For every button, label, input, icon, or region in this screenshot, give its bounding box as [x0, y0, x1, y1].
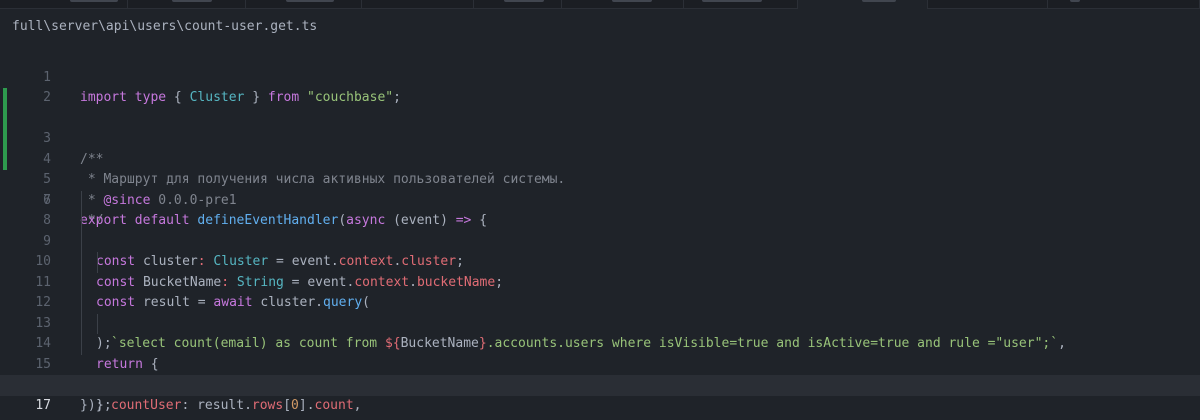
tab-label-fragment	[1070, 0, 1080, 2]
code-token: ,	[353, 397, 362, 413]
code-line[interactable]: 4 * Маршрут для получения числа активных…	[0, 108, 1200, 187]
editor-tab[interactable]	[684, 0, 798, 9]
code-line[interactable]: 13 return {	[0, 293, 1200, 372]
code-token: ].	[298, 397, 315, 413]
code-editor[interactable]: full\server\api\users\count-user.get.ts …	[0, 0, 1200, 420]
code-lines[interactable]: 1 import type { Cluster } from "couchbas…	[0, 47, 1200, 413]
indent-guide	[81, 231, 82, 252]
indent-guide	[81, 334, 82, 355]
modified-line-marker	[3, 88, 7, 109]
property-token: rows	[251, 397, 284, 413]
tab-label-fragment	[172, 0, 212, 2]
file-path-breadcrumb[interactable]: full\server\api\users\count-user.get.ts	[12, 17, 317, 37]
code-token: });	[80, 397, 104, 413]
editor-tab[interactable]	[246, 0, 362, 9]
editor-tab[interactable]	[474, 0, 562, 9]
code-line[interactable]: 14 countUser: result.rows[0].count,	[0, 313, 1200, 413]
tab-label-fragment	[286, 0, 334, 2]
line-content: countUser: result.rows[0].count,	[111, 396, 362, 417]
editor-tab[interactable]	[928, 0, 1048, 9]
code-line[interactable]: 11 `select count(email) as count from ${…	[0, 252, 1200, 351]
indent-guide	[81, 313, 82, 334]
tab-label-fragment	[612, 0, 652, 2]
number-token: 0	[291, 397, 299, 413]
indent-guide	[81, 272, 82, 293]
code-token: [	[283, 397, 292, 413]
indent-guide	[97, 252, 98, 273]
line-number: 17	[35, 397, 51, 413]
editor-tab-bar	[0, 0, 1200, 9]
modified-line-marker	[3, 149, 7, 170]
code-line[interactable]: 9 const BucketName: String = event.conte…	[0, 211, 1200, 290]
code-line[interactable]: 5 * @since 0.0.0-pre1	[0, 129, 1200, 208]
tab-label-fragment	[504, 0, 544, 2]
code-line[interactable]: 10 const result = await cluster.query(	[0, 231, 1200, 310]
code-line[interactable]: 2	[0, 68, 1200, 105]
editor-tab[interactable]	[362, 0, 474, 9]
editor-tab-active[interactable]	[798, 0, 928, 9]
indent-guide	[81, 211, 82, 232]
editor-tab[interactable]	[128, 0, 246, 9]
property-token: count	[314, 397, 354, 413]
editor-tab[interactable]	[1048, 0, 1200, 9]
code-line[interactable]: 16 });	[0, 355, 1200, 413]
code-line-current[interactable]: 17	[0, 375, 1200, 413]
code-line[interactable]: 1 import type { Cluster } from "couchbas…	[0, 47, 1200, 106]
editor-tab[interactable]	[562, 0, 684, 9]
indent-guide	[81, 293, 82, 314]
code-line[interactable]: 6 */	[0, 149, 1200, 228]
property-token: countUser	[111, 397, 182, 413]
code-token: : result.	[181, 397, 252, 413]
modified-line-marker	[3, 108, 7, 129]
line-content: });	[80, 396, 103, 417]
tab-label-fragment	[702, 0, 762, 2]
indent-guide	[97, 313, 98, 334]
tab-label-fragment	[862, 0, 896, 2]
code-line[interactable]: 12 );	[0, 272, 1200, 351]
tab-label-fragment	[70, 0, 118, 2]
code-line[interactable]: 15 };	[0, 334, 1200, 413]
code-line[interactable]: 3 /**	[0, 88, 1200, 167]
code-line[interactable]: 7 export default defineEventHandler(asyn…	[0, 170, 1200, 229]
indent-guide	[81, 252, 82, 273]
code-line[interactable]: 8 const cluster: Cluster = event.context…	[0, 190, 1200, 269]
editor-tab[interactable]	[0, 0, 128, 9]
modified-line-marker	[3, 129, 7, 150]
indent-guide	[81, 190, 82, 211]
